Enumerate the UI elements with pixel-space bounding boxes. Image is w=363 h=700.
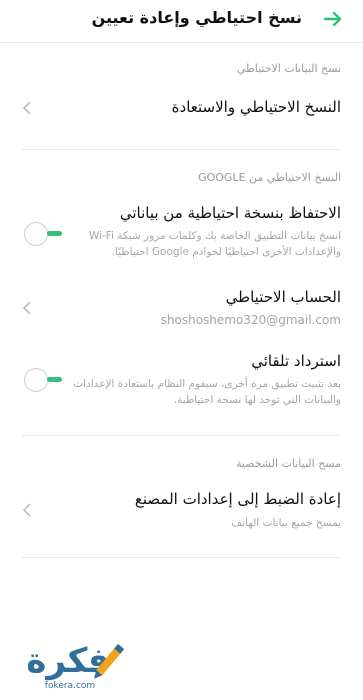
keep-backup-item[interactable]: الاحتفاظ بنسخة احتياطية من بياناتي انسخ … xyxy=(0,198,363,268)
factory-reset-description: يمسح جميع بيانات الهاتف xyxy=(231,517,341,529)
toggle-track xyxy=(47,231,62,236)
keep-backup-label: الاحتفاظ بنسخة احتياطية من بياناتي xyxy=(119,204,341,222)
page-title: نسخ احتياطي وإعادة تعيين xyxy=(91,8,302,27)
svg-text:fokera.com: fokera.com xyxy=(45,681,95,691)
keep-backup-description: انسخ بيانات التطبيق الخاصة بك وكلمات مرو… xyxy=(88,230,341,258)
section-label-google-backup: النسخ الاحتياطي من GOOGLE xyxy=(198,171,341,184)
section-label-backup-data: نسخ البيانات الاحتياطي xyxy=(236,62,341,75)
arrow-right-icon[interactable] xyxy=(321,7,345,31)
toggle-track xyxy=(47,377,62,382)
section-divider xyxy=(22,149,341,150)
backup-restore-item[interactable]: النسخ الاحتياطي والاستعادة xyxy=(0,86,363,130)
header-divider xyxy=(0,42,363,43)
auto-restore-label: استرداد تلقائي xyxy=(251,352,341,370)
backup-account-item[interactable]: الحساب الاحتياطي shoshoshemo320@gmail.co… xyxy=(0,282,363,332)
auto-restore-description: بعد تثبيت تطبيق مرة أخرى، سيقوم النظام ب… xyxy=(73,378,341,406)
backup-account-label: الحساب الاحتياطي xyxy=(225,288,341,306)
backup-restore-label: النسخ الاحتياطي والاستعادة xyxy=(171,98,341,116)
backup-account-email: shoshoshemo320@gmail.com xyxy=(160,313,341,327)
factory-reset-label: إعادة الضبط إلى إعدادات المصنع xyxy=(134,490,341,508)
chevron-left-icon xyxy=(22,301,31,315)
keep-backup-toggle[interactable] xyxy=(24,222,64,246)
section-divider xyxy=(22,557,341,558)
chevron-left-icon xyxy=(22,503,31,517)
toggle-knob xyxy=(24,222,48,246)
section-divider xyxy=(22,435,341,436)
chevron-left-icon xyxy=(22,101,31,115)
fokera-logo: فكرة fokera.com xyxy=(26,641,125,691)
auto-restore-toggle[interactable] xyxy=(24,368,64,392)
auto-restore-item[interactable]: استرداد تلقائي بعد تثبيت تطبيق مرة أخرى،… xyxy=(0,346,363,416)
section-label-personal-data: مسح البيانات الشخصية xyxy=(235,457,341,470)
factory-reset-item[interactable]: إعادة الضبط إلى إعدادات المصنع يمسح جميع… xyxy=(0,484,363,536)
toggle-knob xyxy=(24,368,48,392)
app-header: نسخ احتياطي وإعادة تعيين xyxy=(0,0,363,38)
